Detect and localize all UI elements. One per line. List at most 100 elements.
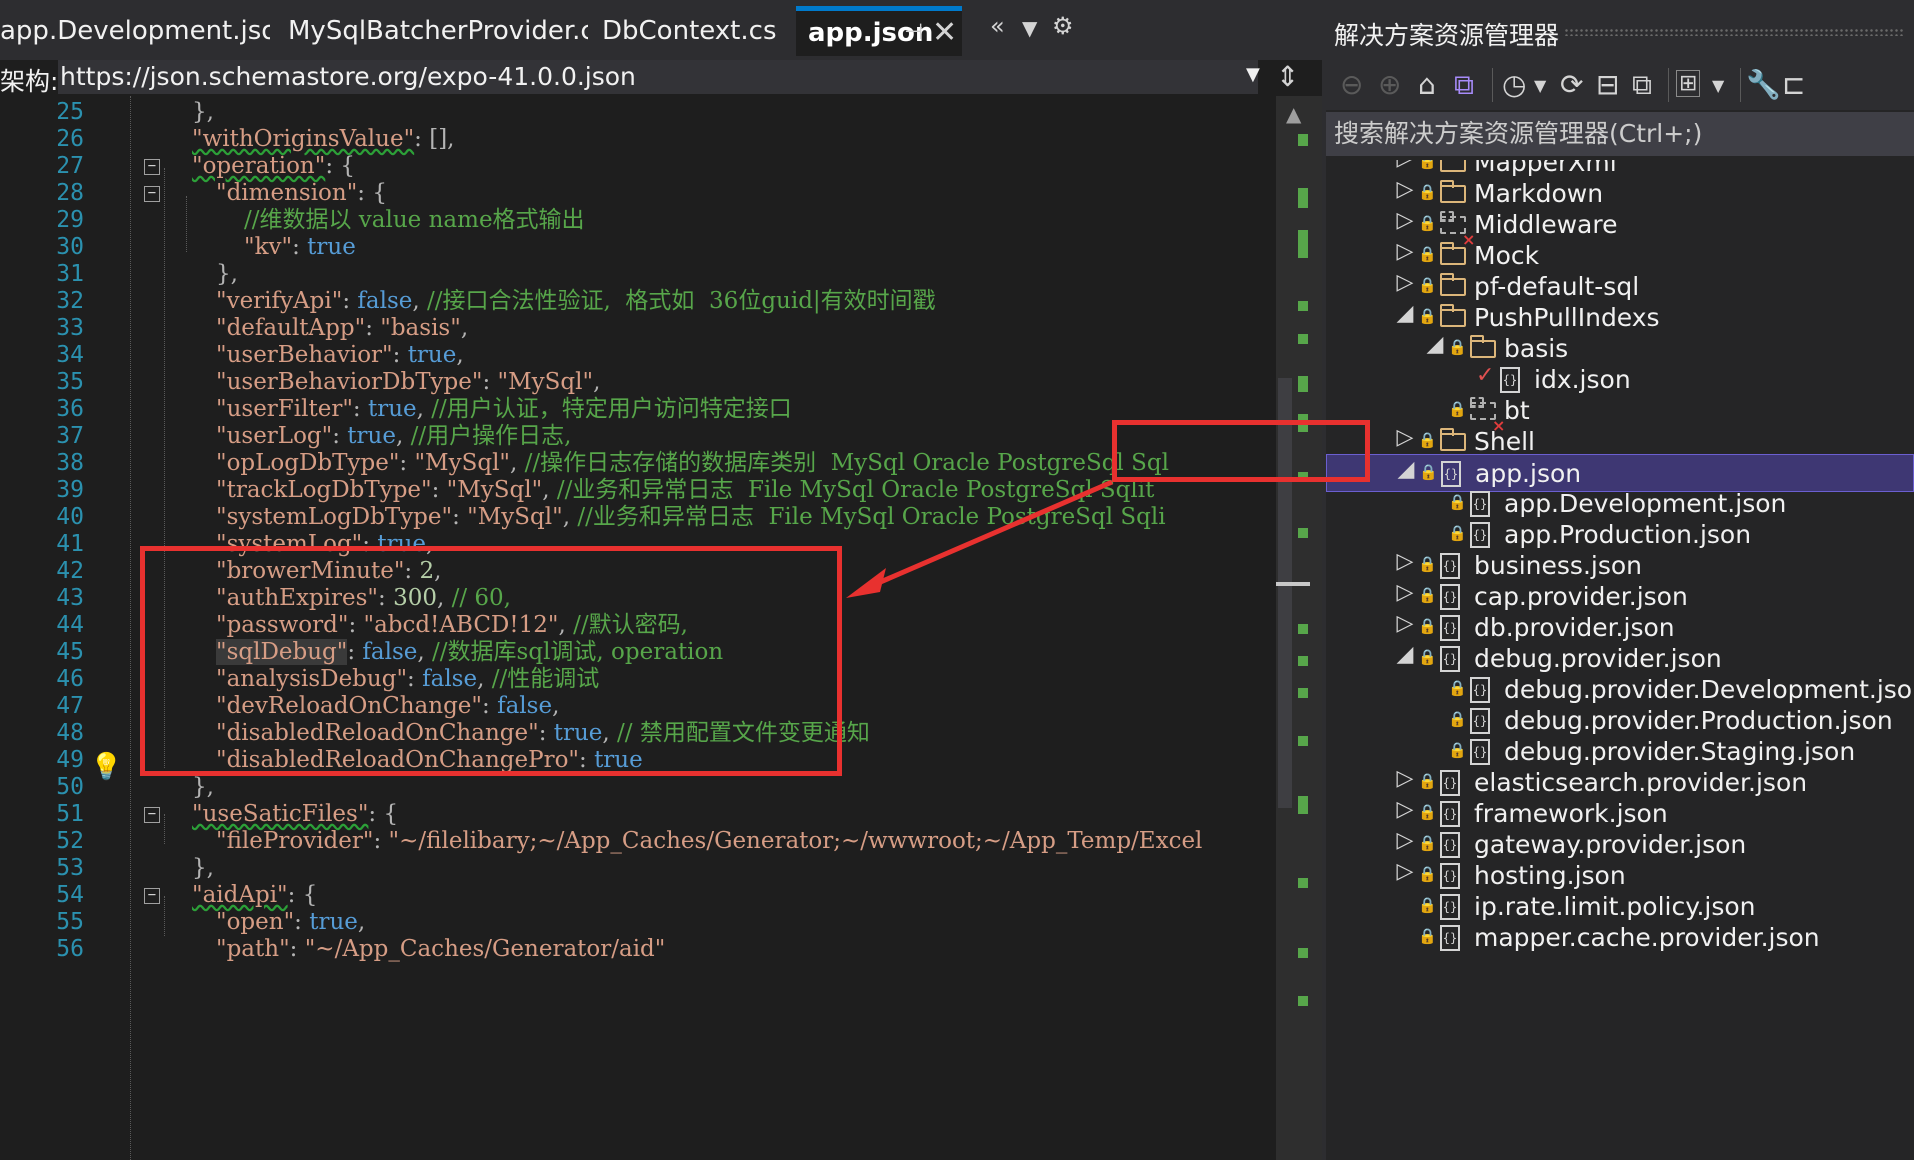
double-chevron-left-icon[interactable]: «: [990, 12, 1005, 40]
fold-collapse-icon[interactable]: −: [144, 807, 160, 823]
json-file-icon: {}: [1440, 615, 1460, 641]
json-file-icon: {}: [1470, 677, 1490, 703]
expand-arrow-icon[interactable]: ▷: [1396, 208, 1414, 233]
collapse-arrow-icon[interactable]: ◢: [1426, 332, 1444, 357]
indent-guide: [164, 814, 165, 844]
close-icon[interactable]: ✕: [932, 11, 957, 55]
vs-icon[interactable]: ⧉: [1454, 68, 1474, 102]
expand-arrow-icon[interactable]: ▷: [1396, 425, 1414, 450]
code-token: ,: [412, 288, 427, 314]
expand-arrow-icon[interactable]: ▷: [1396, 549, 1414, 574]
scroll-up-icon[interactable]: ▲: [1286, 102, 1301, 126]
code-token: //性能调试: [491, 666, 600, 692]
tab-mysqlbatcherprovider-cs[interactable]: MySqlBatcherProvider.cs: [276, 10, 588, 52]
fold-collapse-icon[interactable]: −: [144, 186, 160, 202]
expand-arrow-icon[interactable]: ▷: [1396, 160, 1414, 171]
expand-arrow-icon[interactable]: ▷: [1396, 580, 1414, 605]
json-file-icon: {}: [1470, 522, 1490, 548]
scroll-thumb[interactable]: [1278, 378, 1292, 808]
toolbar-separator: [1668, 68, 1669, 102]
code-token: : {: [325, 153, 356, 179]
code-token: // 禁用配置文件变更通知: [617, 720, 870, 746]
expand-arrow-icon[interactable]: ▷: [1396, 766, 1414, 791]
collapse-arrow-icon[interactable]: ◢: [1396, 642, 1414, 667]
collapse-arrow-icon[interactable]: ◢: [1396, 301, 1414, 326]
expand-arrow-icon[interactable]: ▷: [1396, 797, 1414, 822]
tab-dbcontext-cs[interactable]: DbContext.cs: [590, 10, 794, 52]
solution-search-input[interactable]: 搜索解决方案资源管理器(Ctrl+;): [1326, 112, 1914, 156]
collapse-all-icon[interactable]: ⊟: [1596, 68, 1619, 101]
refresh-icon[interactable]: ⟳: [1560, 68, 1583, 101]
change-marker: [1298, 624, 1308, 634]
code-token: "userBehaviorDbType": [216, 369, 483, 395]
code-token: ,: [552, 693, 560, 719]
code-token: //操作日志存储的数据库类别 MySql Oracle PostgreSql S…: [524, 450, 1169, 476]
gear-icon[interactable]: ⚙: [1052, 12, 1074, 40]
code-token: true: [377, 531, 426, 557]
expand-arrow-icon[interactable]: ▷: [1396, 270, 1414, 295]
code-token: "userFilter": [216, 396, 353, 422]
code-editor[interactable]: 25 26 27 28 29 30 31 32 33 34 35 36 37 3…: [0, 96, 1276, 1160]
code-token: ,: [602, 720, 618, 746]
chevron-down-icon[interactable]: ▼: [1246, 64, 1260, 85]
expand-arrow-icon[interactable]: ▷: [1396, 859, 1414, 884]
tab-app-json[interactable]: app.json ⊣ ✕: [796, 6, 962, 56]
expand-arrow-icon[interactable]: ▷: [1396, 828, 1414, 853]
switch-view-icon[interactable]: ⊞: [1676, 70, 1701, 97]
collapse-arrow-icon[interactable]: ◢: [1397, 457, 1415, 482]
json-file-icon: {}: [1470, 708, 1490, 734]
lock-icon: 🔒: [1418, 431, 1437, 449]
code-token: :: [342, 288, 358, 314]
indent-guide: [164, 168, 165, 768]
copy-icon[interactable]: ⧉: [1632, 68, 1652, 102]
tree-node[interactable]: 🔒{} mapper.cache.provider.json: [1326, 919, 1914, 957]
lock-icon: 🔒: [1418, 214, 1437, 232]
fold-collapse-icon[interactable]: −: [144, 159, 160, 175]
dropdown-icon[interactable]: ▼: [1534, 76, 1546, 95]
lock-icon: 🔒: [1418, 617, 1437, 635]
pin-icon[interactable]: ⊣: [904, 11, 923, 55]
history-icon[interactable]: ◷: [1502, 68, 1526, 101]
dropdown-icon[interactable]: ▼: [1022, 16, 1037, 40]
code-token: ,: [562, 504, 578, 530]
code-token: "fileProvider": [216, 828, 374, 854]
split-editor-icon[interactable]: ⇕: [1276, 60, 1299, 93]
dropdown-icon[interactable]: ▼: [1712, 76, 1724, 95]
code-token: //用户操作日志,: [410, 423, 572, 449]
lock-icon: 🔒: [1448, 741, 1467, 759]
json-file-icon: {}: [1440, 801, 1460, 827]
lock-icon: 🔒: [1419, 463, 1438, 481]
change-marker: [1298, 688, 1308, 698]
code-token: :: [362, 531, 378, 557]
code-token: false: [422, 666, 478, 692]
code-token: :: [289, 936, 305, 962]
code-token: :: [399, 450, 415, 476]
back-icon[interactable]: ⊖: [1340, 68, 1363, 101]
properties-wrench-icon[interactable]: 🔧: [1746, 68, 1781, 101]
schema-url-select[interactable]: https://json.schemastore.org/expo-41.0.0…: [58, 60, 1258, 94]
solution-explorer: 解决方案资源管理器 ⊖ ⊕ ⌂ ⧉ ◷ ▼ ⟳ ⊟ ⧉ ⊞ ▼ 🔧 ⊏ 搜索解决…: [1326, 0, 1914, 1160]
forward-icon[interactable]: ⊕: [1378, 68, 1401, 101]
lock-icon: 🔒: [1418, 834, 1437, 852]
editor-scrollbar[interactable]: ▲: [1276, 96, 1322, 1160]
lightbulb-icon[interactable]: 💡: [90, 752, 122, 782]
code-token: "MySql": [446, 477, 543, 503]
code-token: "MySql": [497, 369, 594, 395]
expand-arrow-icon[interactable]: ▷: [1396, 177, 1414, 202]
lock-icon: 🔒: [1418, 927, 1437, 945]
code-token: "path": [216, 936, 290, 962]
folder-icon: ×: [1440, 211, 1475, 249]
expand-arrow-icon[interactable]: ▷: [1396, 611, 1414, 636]
drag-grip[interactable]: [1564, 28, 1904, 36]
home-icon[interactable]: ⌂: [1418, 68, 1436, 101]
folder-icon: [1440, 242, 1466, 265]
tab-app-development-json[interactable]: app.Development.json: [0, 10, 270, 52]
code-token: :: [407, 666, 423, 692]
fold-collapse-icon[interactable]: −: [144, 888, 160, 904]
indent-guide: [186, 196, 187, 252]
expand-arrow-icon[interactable]: ▷: [1396, 239, 1414, 264]
code-token: "~/filelibary;~/App_Caches/Generator;~/w…: [388, 828, 1203, 854]
code-token: :: [332, 423, 348, 449]
preview-icon[interactable]: ⊏: [1782, 68, 1805, 101]
code-token: true: [307, 234, 356, 260]
